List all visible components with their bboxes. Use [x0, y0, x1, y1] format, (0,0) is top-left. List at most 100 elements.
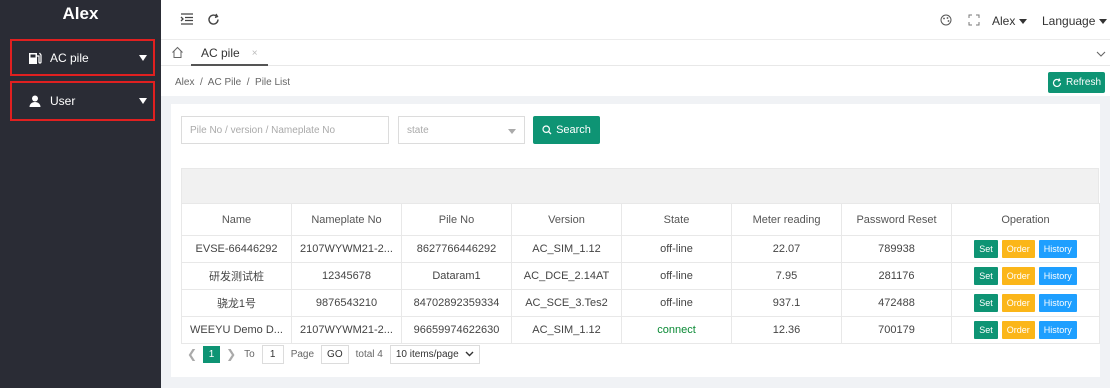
- cell-state: off-line: [621, 289, 732, 317]
- refresh-button[interactable]: Refresh: [1048, 72, 1105, 93]
- cell-pile-no: 96659974622630: [401, 316, 512, 344]
- language-menu[interactable]: Language: [1042, 14, 1108, 28]
- refresh-icon: [1052, 77, 1062, 88]
- tabs-bar: AC pile ×: [161, 40, 1110, 66]
- column-header: Meter reading: [731, 203, 842, 236]
- theme-palette-icon[interactable]: [939, 13, 953, 27]
- order-button[interactable]: Order: [1001, 267, 1035, 285]
- cell-pile-no: Dataram1: [401, 262, 512, 290]
- cell-state: off-line: [621, 262, 732, 290]
- cell-state: connect: [621, 316, 732, 344]
- user-icon: [28, 94, 42, 108]
- cell-password: 281176: [841, 262, 952, 290]
- page-size-select[interactable]: 10 items/page: [389, 344, 480, 364]
- goto-label: To: [244, 348, 255, 360]
- cell-meter: 937.1: [731, 289, 842, 317]
- cell-operation: Set Order History: [951, 262, 1100, 290]
- table-row[interactable]: EVSE-66446292 2107WYWM21-2... 8627766446…: [181, 235, 1100, 263]
- history-button[interactable]: History: [1038, 294, 1077, 312]
- prev-page-icon[interactable]: ❮: [187, 347, 197, 361]
- tab-label: AC pile: [201, 46, 240, 60]
- history-button[interactable]: History: [1038, 321, 1077, 339]
- cell-name: 研发测试桩: [181, 262, 292, 290]
- history-button[interactable]: History: [1038, 267, 1077, 285]
- cell-version: AC_DCE_2.14AT: [511, 262, 622, 290]
- sidebar: Alex AC pile User: [0, 0, 161, 388]
- language-menu-label: Language: [1042, 14, 1096, 28]
- caret-down-icon: [139, 98, 147, 104]
- chevron-down-icon[interactable]: [1096, 47, 1106, 61]
- next-page-icon[interactable]: ❯: [226, 347, 236, 361]
- order-button[interactable]: Order: [1001, 240, 1035, 258]
- cell-password: 789938: [841, 235, 952, 263]
- set-button[interactable]: Set: [974, 321, 998, 339]
- top-header: Alex Language: [161, 0, 1110, 40]
- cell-nameplate: 2107WYWM21-2...: [291, 316, 402, 344]
- chevron-down-icon: [465, 349, 474, 359]
- caret-down-icon: [1099, 19, 1108, 25]
- page-size-label: 10 items/page: [395, 348, 459, 360]
- sidebar-item-label: User: [50, 94, 76, 108]
- charging-pile-icon: [28, 51, 42, 65]
- current-page[interactable]: 1: [203, 345, 221, 363]
- column-header: Name: [181, 203, 292, 236]
- cell-operation: Set Order History: [951, 316, 1100, 344]
- table-row[interactable]: 骁龙1号 9876543210 84702892359334 AC_SCE_3.…: [181, 289, 1100, 317]
- cell-state: off-line: [621, 235, 732, 263]
- cell-meter: 7.95: [731, 262, 842, 290]
- search-input[interactable]: [181, 116, 389, 144]
- cell-operation: Set Order History: [951, 235, 1100, 263]
- close-icon[interactable]: ×: [252, 48, 258, 59]
- fullscreen-icon[interactable]: [967, 13, 981, 27]
- cell-nameplate: 12345678: [291, 262, 402, 290]
- table-row[interactable]: WEEYU Demo D... 2107WYWM21-2... 96659974…: [181, 316, 1100, 344]
- page-label: Page: [290, 348, 315, 360]
- column-header: Version: [511, 203, 622, 236]
- cell-version: AC_SIM_1.12: [511, 316, 622, 344]
- caret-down-icon: [139, 54, 147, 61]
- cell-name: EVSE-66446292: [181, 235, 292, 263]
- cell-pile-no: 84702892359334: [401, 289, 512, 317]
- pagination: ❮ 1 ❯ To 1 Page GO total 4 10 items/page: [181, 344, 480, 364]
- search-button[interactable]: Search: [533, 116, 600, 144]
- caret-down-icon: [1019, 19, 1028, 25]
- tab-ac-pile[interactable]: AC pile ×: [191, 42, 268, 66]
- user-menu[interactable]: Alex: [992, 14, 1028, 28]
- go-button[interactable]: GO: [321, 344, 349, 364]
- reload-icon[interactable]: [206, 12, 220, 26]
- cell-nameplate: 9876543210: [291, 289, 402, 317]
- pile-table: Name Nameplate No Pile No Version State …: [181, 168, 1100, 344]
- cell-pile-no: 8627766446292: [401, 235, 512, 263]
- home-icon[interactable]: [171, 46, 184, 62]
- set-button[interactable]: Set: [974, 267, 998, 285]
- table-row[interactable]: 研发测试桩 12345678 Dataram1 AC_DCE_2.14AT of…: [181, 262, 1100, 290]
- column-header: Pile No: [401, 203, 512, 236]
- state-select[interactable]: state: [398, 116, 525, 144]
- table-header-row: Name Nameplate No Pile No Version State …: [181, 203, 1100, 236]
- column-header: Password Reset: [841, 203, 952, 236]
- table-toolbar: [181, 168, 1099, 203]
- menu-collapse-icon[interactable]: [180, 12, 194, 26]
- breadcrumb: Alex / AC Pile / Pile List: [175, 77, 291, 88]
- history-button[interactable]: History: [1038, 240, 1077, 258]
- search-button-label: Search: [556, 124, 591, 136]
- set-button[interactable]: Set: [974, 294, 998, 312]
- caret-down-icon: [508, 129, 516, 134]
- cell-operation: Set Order History: [951, 289, 1100, 317]
- sidebar-item-ac-pile[interactable]: AC pile: [10, 39, 155, 76]
- set-button[interactable]: Set: [974, 240, 998, 258]
- order-button[interactable]: Order: [1001, 321, 1035, 339]
- column-header: Nameplate No: [291, 203, 402, 236]
- sidebar-item-user[interactable]: User: [10, 81, 155, 121]
- cell-password: 472488: [841, 289, 952, 317]
- goto-page-input[interactable]: 1: [261, 344, 284, 364]
- cell-nameplate: 2107WYWM21-2...: [291, 235, 402, 263]
- search-icon: [542, 125, 552, 135]
- state-select-placeholder: state: [407, 124, 429, 136]
- sidebar-item-label: AC pile: [50, 50, 89, 65]
- total-count: total 4: [355, 348, 383, 360]
- pile-list-panel: state Search Name Nameplate No Pile No V…: [171, 104, 1100, 377]
- order-button[interactable]: Order: [1001, 294, 1035, 312]
- cell-meter: 22.07: [731, 235, 842, 263]
- app-logo: Alex: [62, 4, 99, 23]
